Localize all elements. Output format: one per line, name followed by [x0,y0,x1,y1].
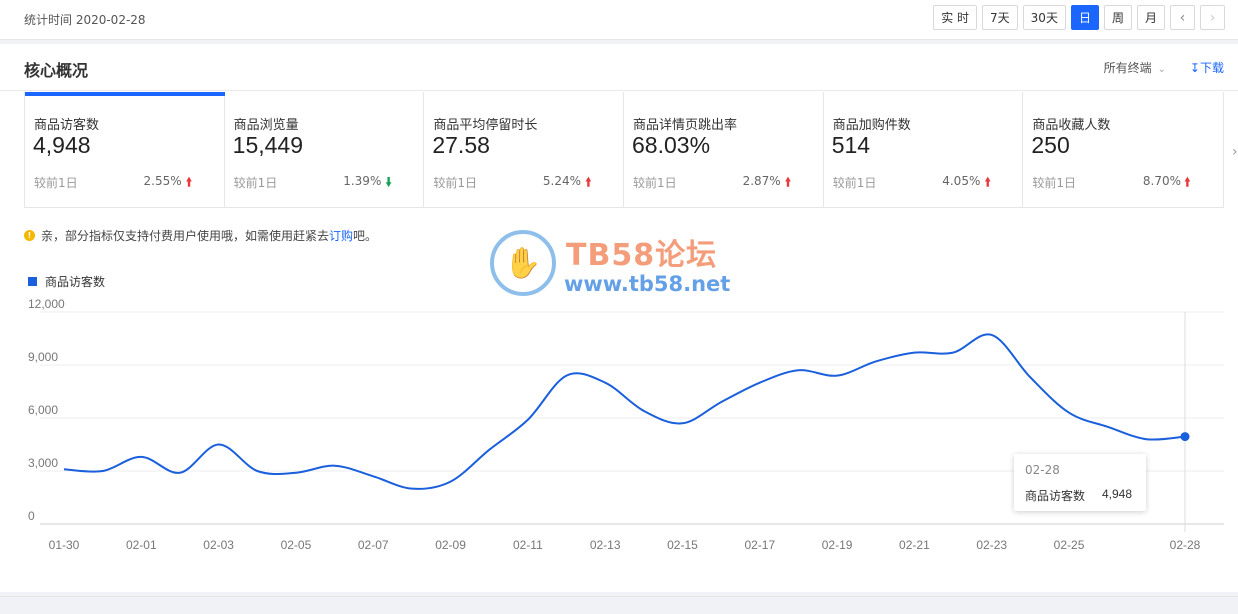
arrow-down-icon: 🠛 [385,175,392,189]
period-week-button[interactable]: 周 [1103,5,1132,30]
legend-swatch [28,277,37,286]
cards-next-icon[interactable]: › [1232,144,1238,160]
metric-change-pct: 5.24% [542,174,582,188]
metric-compare-label: 较前1日 [832,176,877,190]
panel-header: 核心概况 所有终端 ⌄ ↧下载 [0,44,1238,91]
metric-change-pct: 4.05% [942,174,981,188]
x-tick-label: 01-30 [49,538,80,552]
tooltip-date: 02-28 [1025,463,1060,477]
metric-label: 商品浏览量 [233,118,299,133]
metric-label: 商品访客数 [34,118,100,133]
arrow-up-icon: 🠙 [785,175,792,189]
metric-card-pageviews[interactable]: 商品浏览量 15,449 较前1日 1.39% 🠛 [225,92,425,208]
period-selector: 实 时 7天 30天 日 周 月 ‹ › [933,5,1225,30]
metric-card-visitors[interactable]: 商品访客数 4,948 较前1日 2.55% 🠙 [25,92,225,208]
metric-compare-label: 较前1日 [34,176,78,190]
x-tick-label: 02-21 [899,538,930,552]
metric-card-add-to-cart[interactable]: 商品加购件数 514 较前1日 4.05% 🠙 [824,92,1024,208]
tooltip-value: 4,948 [1101,487,1132,501]
x-tick-label: 02-09 [435,538,466,552]
x-tick-label: 02-25 [1054,538,1085,552]
metric-value: 15,449 [232,132,304,158]
chart-tooltip: 02-28 商品访客数 4,948 [1014,454,1146,511]
metric-label: 商品详情页跳出率 [633,118,738,133]
metric-card-favorites[interactable]: 商品收藏人数 250 较前1日 8.70% 🠙 [1023,92,1223,208]
arrow-up-icon: 🠙 [186,175,193,189]
hand-logo-icon: ✋ [490,230,556,296]
watermark: ✋ TB58论坛 www.tb58.net [490,228,750,308]
metric-value: 4,948 [33,132,91,158]
arrow-up-icon: 🠙 [984,175,991,189]
period-month-button[interactable]: 月 [1136,5,1165,30]
download-icon: ↧ [1189,61,1200,75]
chevron-down-icon: ⌄ [1157,64,1166,75]
y-tick-label: 9,000 [28,350,58,364]
stat-time: 统计时间 2020-02-28 [24,13,146,27]
metric-compare-label: 较前1日 [633,176,677,190]
x-tick-label: 02-07 [358,538,389,552]
period-realtime-button[interactable]: 实 时 [933,5,978,30]
x-tick-label: 02-05 [281,538,312,552]
arrow-up-icon: 🠙 [1184,175,1191,189]
hovered-data-point [1180,432,1190,442]
arrow-up-icon: 🠙 [585,175,592,189]
metric-compare-label: 较前1日 [233,176,278,190]
metric-value: 27.58 [432,132,490,158]
metric-change-pct: 2.55% [143,174,182,188]
x-tick-label: 02-15 [667,538,698,552]
download-button[interactable]: ↧下载 [1190,59,1224,76]
x-tick-label: 02-23 [976,538,1007,552]
metric-label: 商品收藏人数 [1032,118,1111,133]
x-tick-label: 02-03 [203,538,234,552]
watermark-url: www.tb58.net [564,272,731,296]
metric-change-pct: 8.70% [1142,174,1182,188]
metric-value: 250 [1031,132,1070,158]
bottom-strip [0,596,1238,614]
metric-value: 514 [831,132,871,158]
y-tick-label: 6,000 [28,403,58,417]
metric-change-pct: 1.39% [343,174,382,188]
metric-cards: 商品访客数 4,948 较前1日 2.55% 🠙 商品浏览量 15,449 较前… [24,92,1224,208]
prev-date-icon[interactable]: ‹ [1170,5,1195,30]
x-tick-label: 02-01 [126,538,157,552]
info-icon: ! [24,230,35,241]
terminal-select-label: 所有终端 [1103,61,1152,75]
download-label: 下载 [1199,61,1224,75]
next-date-icon[interactable]: › [1200,5,1225,30]
metric-value: 68.03% [632,132,711,158]
y-tick-label: 0 [28,509,35,523]
visitors-line-chart[interactable]: 0 3,000 6,000 9,000 12,000 01-30 02-01 02-03 02-… [0,288,1238,592]
x-tick-label: 02-28 [1170,538,1201,552]
x-tick-label: 02-17 [744,538,775,552]
y-tick-label: 3,000 [28,456,58,470]
terminal-select[interactable]: 所有终端 ⌄ [1104,59,1166,76]
subscribe-link[interactable]: 订购 [329,227,353,244]
tooltip-series-name: 商品访客数 [1025,489,1086,503]
x-tick-label: 02-19 [822,538,853,552]
x-tick-label: 02-13 [590,538,621,552]
metric-label: 商品加购件数 [832,118,911,133]
upgrade-notice: ! 亲，部分指标仅支持付费用户使用哦，如需使用赶紧去 订购 吧。 [24,227,377,244]
notice-text-end: 吧。 [353,229,378,243]
metric-change-pct: 2.87% [742,174,781,188]
y-tick-label: 12,000 [28,297,65,311]
metric-compare-label: 较前1日 [1032,176,1076,190]
metric-card-avg-stay[interactable]: 商品平均停留时长 27.58 较前1日 5.24% 🠙 [424,92,625,208]
x-tick-label: 02-11 [513,538,543,552]
metric-card-bounce-rate[interactable]: 商品详情页跳出率 68.03% 较前1日 2.87% 🠙 [624,92,824,208]
metric-compare-label: 较前1日 [433,176,477,190]
period-7days-button[interactable]: 7天 [982,5,1018,30]
period-30days-button[interactable]: 30天 [1022,5,1066,30]
watermark-title: TB58论坛 [566,238,718,273]
panel-title: 核心概况 [24,61,89,80]
metric-label: 商品平均停留时长 [433,118,538,133]
top-bar: 统计时间 2020-02-28 实 时 7天 30天 日 周 月 ‹ › [0,0,1238,40]
notice-text: 亲，部分指标仅支持付费用户使用哦，如需使用赶紧去 [41,229,330,243]
period-day-button[interactable]: 日 [1070,5,1099,30]
